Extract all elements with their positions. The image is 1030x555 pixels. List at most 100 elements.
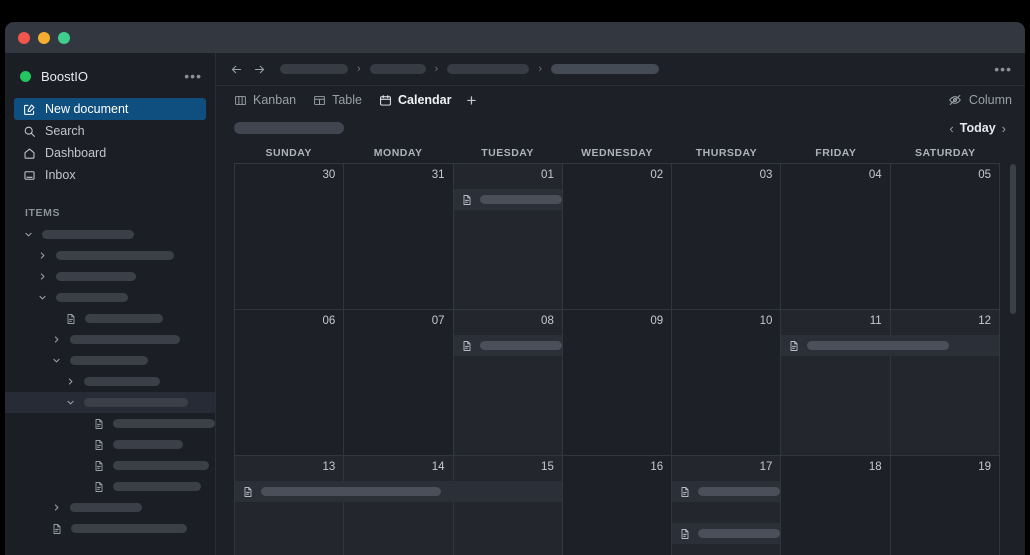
calendar-day-cell[interactable]: 15 [453, 456, 563, 555]
minimize-window-button[interactable] [38, 31, 50, 44]
document-icon [64, 313, 78, 325]
calendar-day-cell[interactable]: 08 [453, 310, 563, 456]
document-more-icon[interactable]: ••• [994, 62, 1012, 76]
calendar-day-cell[interactable]: 12 [890, 310, 1000, 456]
calendar-day-number: 01 [541, 169, 554, 181]
calendar-day-number: 06 [322, 315, 336, 327]
breadcrumb-item[interactable] [369, 64, 426, 74]
tree-item[interactable] [5, 266, 215, 287]
chevron-down-icon[interactable] [36, 293, 49, 302]
calendar-day-cell[interactable]: 01 [453, 164, 563, 310]
calendar-day-cell[interactable]: 10 [672, 310, 782, 456]
calendar-event[interactable] [781, 335, 999, 356]
tree-item-label-placeholder [71, 524, 187, 533]
tree-item[interactable] [5, 413, 215, 434]
calendar-event[interactable] [672, 481, 781, 502]
tree-item[interactable] [5, 455, 215, 476]
maximize-window-button[interactable] [58, 31, 70, 44]
calendar-day-cell[interactable]: 18 [781, 456, 891, 555]
sidebar-item-dashboard[interactable]: Dashboard [14, 142, 206, 164]
workspace-header[interactable]: BoostIO ••• [5, 63, 215, 89]
calendar-day-number: 11 [869, 315, 882, 327]
tree-item-label-placeholder [56, 272, 136, 281]
tree-item[interactable] [5, 434, 215, 455]
arrow-right-icon[interactable] [253, 63, 266, 76]
arrow-left-icon[interactable] [230, 63, 243, 76]
chevron-right-icon[interactable] [36, 251, 49, 260]
new-document-button[interactable]: New document [14, 98, 206, 120]
calendar-day-cell[interactable]: 11 [781, 310, 999, 456]
calendar-day-cell[interactable]: 06 [235, 310, 345, 456]
today-button[interactable]: Today [960, 121, 996, 135]
calendar-day-cell[interactable]: 03 [672, 164, 782, 310]
calendar-day-cell[interactable]: 19 [891, 456, 1000, 555]
add-view-button[interactable]: + [467, 92, 477, 109]
tree-item-label-placeholder [113, 419, 215, 428]
calendar-event[interactable] [453, 335, 562, 356]
tab-calendar[interactable]: Calendar [379, 93, 452, 107]
document-icon [679, 528, 691, 540]
workspace-more-icon[interactable]: ••• [184, 69, 202, 83]
tree-item[interactable] [5, 224, 215, 245]
calendar-scrollbar-thumb[interactable] [1010, 164, 1016, 314]
calendar-scrollbar[interactable] [1010, 164, 1016, 555]
chevron-down-icon[interactable] [22, 230, 35, 239]
close-window-button[interactable] [18, 31, 30, 44]
calendar-day-cell[interactable]: 31 [344, 164, 454, 310]
tree-item[interactable] [5, 329, 215, 350]
prev-period-button[interactable]: ‹ [943, 122, 959, 135]
calendar-day-cell[interactable]: 04 [781, 164, 891, 310]
tree-item[interactable] [5, 245, 215, 266]
sidebar-item-label: Search [45, 124, 85, 138]
calendar-day-cell[interactable]: 30 [235, 164, 345, 310]
calendar-day-number: 13 [322, 461, 336, 473]
calendar-day-cell[interactable]: 16 [563, 456, 673, 555]
chevron-down-icon[interactable] [50, 356, 63, 365]
calendar-day-cell[interactable]: 02 [562, 164, 673, 310]
tree-item[interactable] [5, 287, 215, 308]
tree-item[interactable] [5, 350, 215, 371]
calendar-event[interactable] [672, 523, 781, 544]
sidebar-item-inbox[interactable]: Inbox [14, 164, 206, 186]
tree-item[interactable] [5, 392, 215, 413]
document-icon [461, 340, 473, 352]
calendar-day-cell[interactable]: 14 [344, 456, 454, 555]
calendar-day-header: MONDAY [373, 146, 423, 159]
breadcrumb-item[interactable] [551, 64, 660, 74]
tree-item[interactable] [5, 371, 215, 392]
chevron-right-icon[interactable] [50, 335, 63, 344]
calendar-day-cell[interactable]: 07 [344, 310, 454, 456]
calendar-day-number: 10 [759, 315, 773, 327]
sidebar-item-search[interactable]: Search [14, 120, 206, 142]
calendar-day-cell[interactable]: 17 [672, 456, 782, 555]
calendar-event[interactable] [235, 481, 562, 502]
tree-item[interactable] [5, 308, 215, 329]
tab-table[interactable]: Table [313, 93, 362, 107]
column-visibility-toggle[interactable]: Column [948, 93, 1012, 107]
tree-item[interactable] [5, 476, 215, 497]
view-title-placeholder [234, 122, 344, 134]
tree-item[interactable] [5, 518, 215, 539]
next-period-button[interactable]: › [996, 122, 1012, 135]
calendar-event-title-placeholder [479, 341, 562, 350]
document-icon [92, 481, 106, 493]
calendar-day-cell[interactable]: 09 [562, 310, 673, 456]
chevron-right-icon[interactable] [64, 377, 77, 386]
tree-item-label-placeholder [56, 251, 174, 260]
calendar-event-title-placeholder [261, 487, 441, 496]
tab-kanban[interactable]: Kanban [234, 93, 296, 107]
breadcrumb-item[interactable] [447, 64, 530, 74]
breadcrumb-item[interactable] [280, 64, 348, 74]
calendar-day-events [781, 335, 999, 356]
column-toggle-label: Column [968, 93, 1012, 107]
calendar-day-cell[interactable]: 05 [890, 164, 1000, 310]
breadcrumb-separator: › [357, 63, 361, 75]
calendar-day-cell[interactable]: 13 [235, 456, 562, 555]
chevron-right-icon[interactable] [50, 503, 63, 512]
chevron-right-icon[interactable] [36, 272, 49, 281]
calendar-event[interactable] [453, 189, 562, 210]
tree-item[interactable] [5, 497, 215, 518]
tree-item-label-placeholder [113, 482, 201, 491]
chevron-down-icon[interactable] [64, 398, 77, 407]
calendar-day-number: 07 [431, 315, 445, 327]
